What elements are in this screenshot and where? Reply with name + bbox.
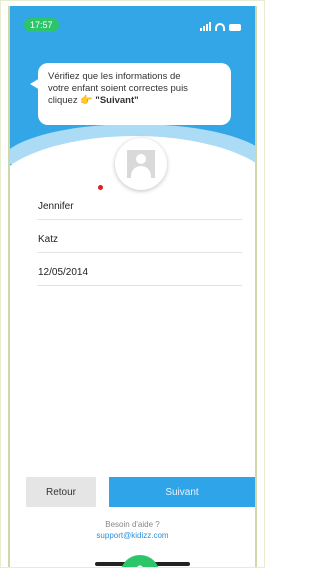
last-name-field[interactable]: Katz [37, 229, 242, 253]
battery-icon [229, 24, 241, 31]
status-icons [200, 19, 241, 31]
last-name-value: Katz [38, 234, 59, 245]
help-email-link[interactable]: support@kidizz.com [10, 531, 255, 540]
instruction-bubble: Vérifiez que les informations de votre e… [38, 63, 231, 125]
birth-date-field[interactable]: 12/05/2014 [37, 262, 242, 286]
first-name-field[interactable]: Jennifer [37, 196, 242, 220]
bubble-line-2: votre enfant soient correctes puis [48, 83, 188, 94]
help-label: Besoin d'aide ? [105, 520, 160, 529]
child-avatar[interactable] [115, 138, 167, 190]
bubble-line-1: Vérifiez que les informations de [48, 71, 181, 82]
avatar-placeholder-icon [127, 150, 155, 178]
signal-icon [200, 22, 211, 31]
birth-date-value: 12/05/2014 [38, 267, 89, 278]
status-bar: 17:57 [10, 6, 255, 40]
phone-screen: 17:57 Vérifiez que les informations de v… [8, 6, 257, 568]
bubble-line-3-prefix: cliquez [48, 95, 81, 106]
bubble-line-3: cliquez 👉 "Suivant" [48, 95, 221, 107]
required-indicator-dot [98, 185, 103, 190]
step-badge[interactable]: 3 [120, 555, 160, 568]
first-name-value: Jennifer [38, 201, 74, 212]
status-time: 17:57 [24, 18, 59, 32]
back-button[interactable]: Retour [26, 477, 96, 507]
next-button[interactable]: Suivant [109, 477, 255, 507]
bubble-next-keyword: "Suivant" [92, 95, 139, 106]
pointing-hand-icon: 👉 [80, 95, 93, 106]
wifi-icon [215, 23, 225, 31]
